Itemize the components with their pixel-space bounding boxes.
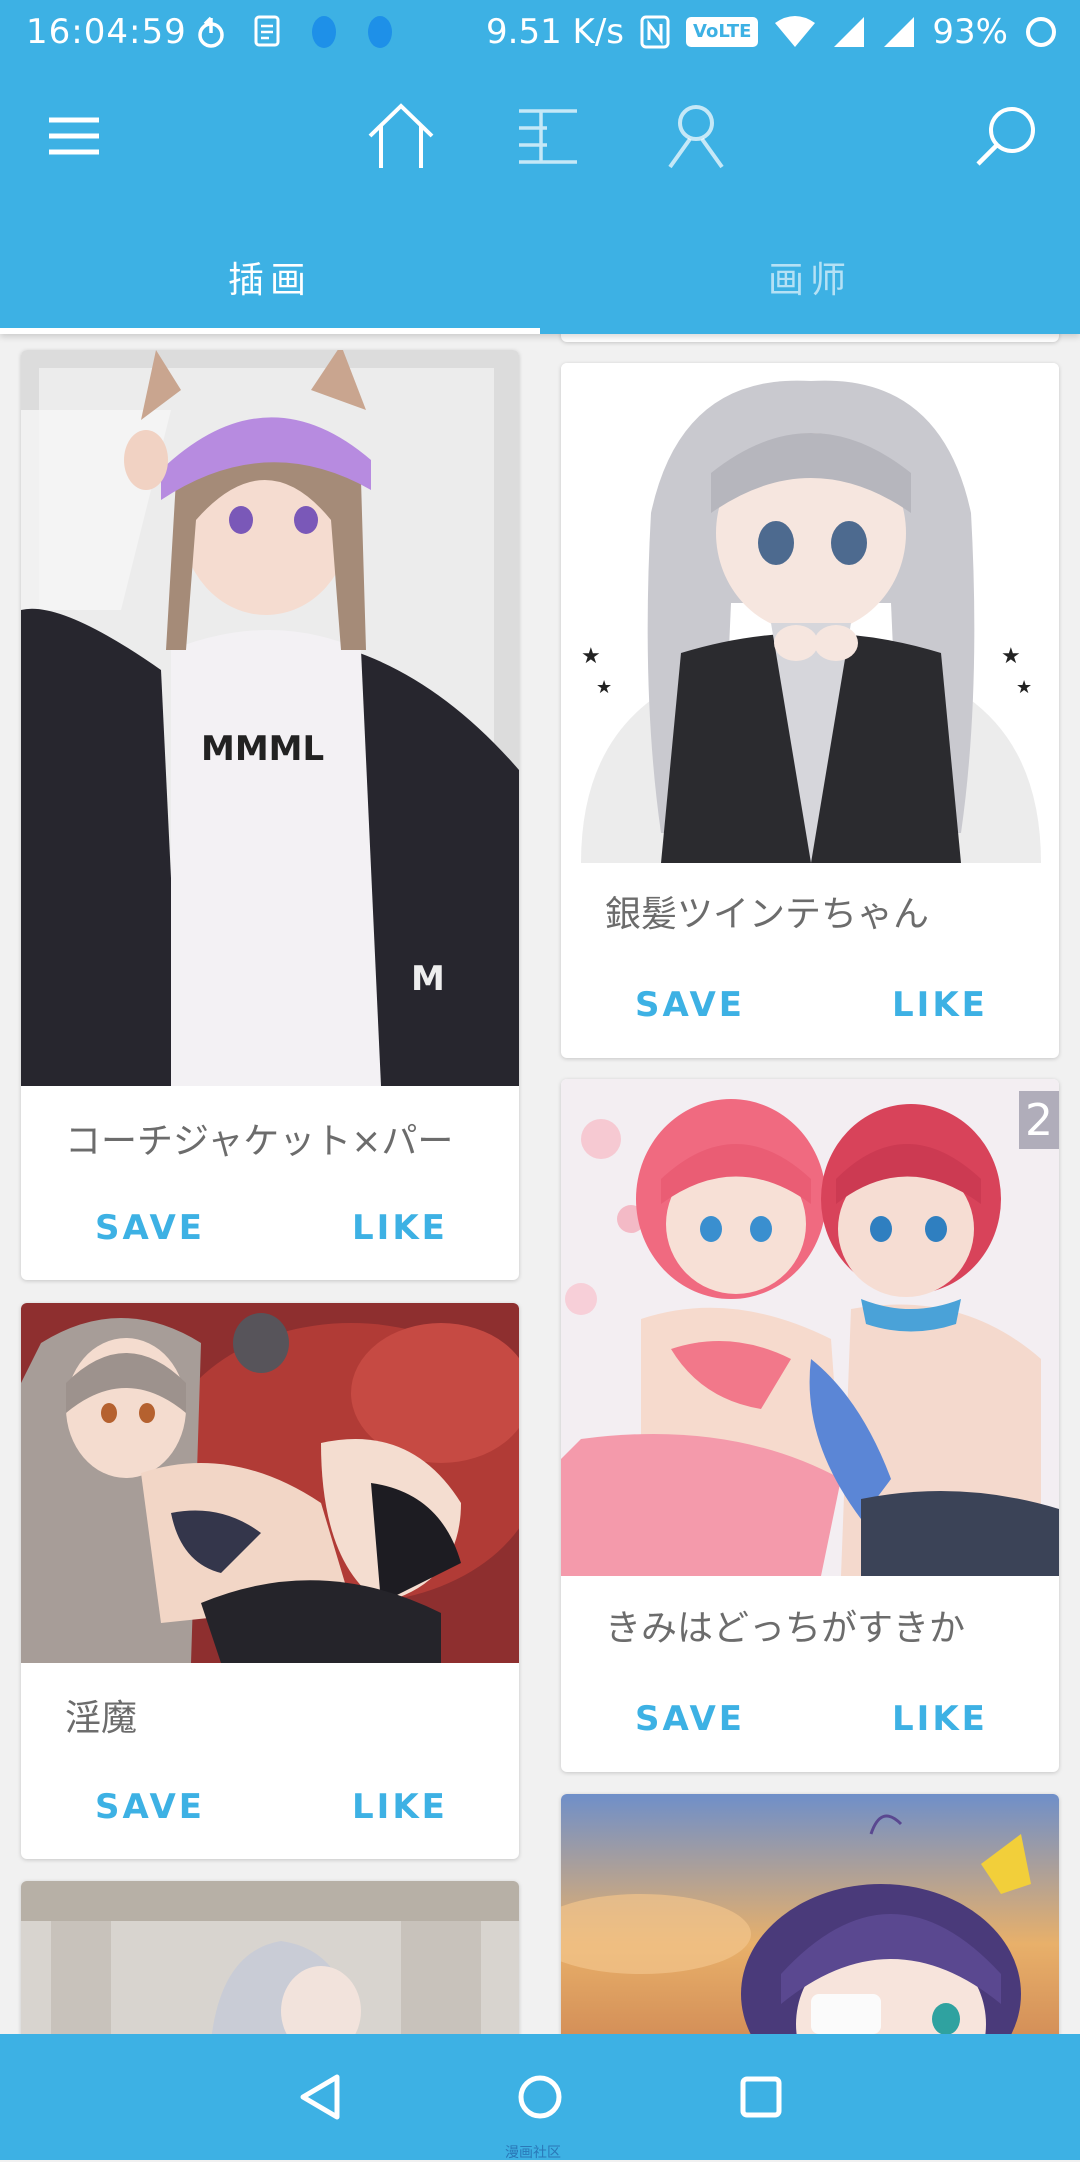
illustration-title: きみはどっちがすきか: [605, 1608, 966, 1649]
sync-icon: [198, 16, 224, 48]
back-icon: [300, 2074, 340, 2120]
menu-icon: [49, 117, 99, 155]
illustration-image[interactable]: ★ ★ ★ ★: [561, 363, 1059, 863]
illustration-image[interactable]: [21, 1303, 519, 1663]
svg-text:★: ★: [581, 644, 601, 669]
tab-illustrations[interactable]: 插画: [0, 220, 540, 334]
tab-artists[interactable]: 画师: [540, 220, 1080, 334]
rank-list-button[interactable]: [508, 96, 588, 176]
illustration-card[interactable]: [561, 1794, 1059, 2044]
tab-bar: 插画 画师: [0, 220, 1080, 334]
search-icon: [976, 107, 1035, 166]
illustration-title: 銀髪ツインテちゃん: [605, 894, 930, 935]
status-notification-icons: [195, 12, 395, 52]
like-button[interactable]: LIKE: [892, 1699, 988, 1739]
tab-indicator: [0, 328, 540, 334]
battery-ring-icon: [1026, 17, 1056, 47]
volte-badge: VoLTE: [686, 17, 759, 47]
illustration-title: コーチジャケット×パー: [65, 1121, 454, 1162]
wifi-icon: [775, 16, 816, 47]
menu-button[interactable]: [34, 96, 114, 176]
rank-list-icon: [519, 109, 577, 164]
home-nav-button[interactable]: [505, 2062, 575, 2132]
home-circle-icon: [518, 2075, 562, 2119]
profile-button[interactable]: [656, 96, 736, 176]
system-nav-bar: 漫画社区: [0, 2034, 1080, 2161]
save-button[interactable]: SAVE: [95, 1787, 205, 1827]
illustration-card[interactable]: 淫魔 SAVE LIKE: [21, 1303, 519, 1859]
search-button[interactable]: [966, 96, 1046, 176]
profile-icon: [668, 105, 724, 169]
save-button[interactable]: SAVE: [635, 985, 745, 1025]
illustration-card[interactable]: ★ ★ ★ ★ 銀髪ツインテちゃん SAVE LIKE: [561, 363, 1059, 1058]
illustration-title: 淫魔: [65, 1698, 138, 1739]
recents-button[interactable]: [726, 2062, 796, 2132]
back-button[interactable]: [285, 2062, 355, 2132]
like-button[interactable]: LIKE: [352, 1787, 448, 1827]
svg-text:★: ★: [596, 677, 612, 698]
svg-text:★: ★: [1001, 644, 1021, 669]
home-icon: [368, 103, 434, 168]
svg-text:MMML: MMML: [201, 729, 324, 769]
notification-bubble-icon: [368, 16, 392, 48]
app-bar: 16:04:59 9.51 K/s VoLTE 93% 插画 画师: [0, 0, 1080, 334]
illustration-image[interactable]: MMML M: [21, 350, 519, 1086]
like-button[interactable]: LIKE: [352, 1208, 448, 1248]
notification-bubble-icon: [312, 16, 336, 48]
page-count-badge: 2: [1019, 1091, 1059, 1149]
illustration-image[interactable]: 2: [561, 1079, 1059, 1576]
signal-icon: [884, 17, 915, 47]
illustration-image[interactable]: [561, 1794, 1059, 2044]
like-button[interactable]: LIKE: [892, 985, 988, 1025]
document-icon: [254, 15, 280, 47]
recents-icon: [740, 2076, 782, 2118]
svg-text:M: M: [411, 959, 445, 999]
status-time: 16:04:59: [26, 12, 187, 52]
status-right: 9.51 K/s VoLTE 93%: [486, 12, 1058, 52]
illustration-card[interactable]: [21, 1881, 519, 2041]
nfc-icon: [640, 15, 670, 49]
signal-icon: [834, 17, 865, 47]
illustration-image[interactable]: [21, 1881, 519, 2041]
svg-text:★: ★: [1016, 677, 1032, 698]
save-button[interactable]: SAVE: [635, 1699, 745, 1739]
save-button[interactable]: SAVE: [95, 1208, 205, 1248]
illustration-card[interactable]: 2 きみはどっちがすきか SAVE LIKE: [561, 1079, 1059, 1772]
status-bar: 16:04:59 9.51 K/s VoLTE 93%: [0, 0, 1080, 64]
nav-caption: 漫画社区: [505, 2145, 561, 2161]
net-speed: 9.51 K/s: [486, 12, 625, 52]
illustration-card[interactable]: MMML M コーチジャケット×パー SAVE LIKE: [21, 350, 519, 1280]
home-button[interactable]: [361, 96, 441, 176]
battery-percent: 93%: [932, 12, 1008, 52]
